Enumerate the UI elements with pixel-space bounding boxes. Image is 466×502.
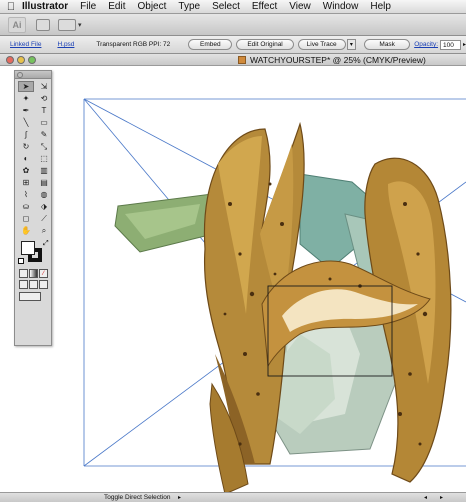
tool-grid: ➤ ⇲ ✦ ⟲ ✒ T ╲ ▭ ∫ ✎ ↻ ⤡ ◐ ⬚ ✿ ▥ ⊞ ▤ ⌇ ◍ ⛀ ⬗ ◻ ⟋ ✋ ⌕	[15, 79, 51, 236]
selection-tool[interactable]: ➤	[18, 81, 34, 92]
zoom-tool[interactable]: ⌕	[36, 225, 52, 236]
menu-edit[interactable]: Edit	[108, 1, 125, 12]
illustrator-logo: Ai	[8, 16, 26, 33]
paintbrush-tool[interactable]: ∫	[18, 129, 34, 140]
eyedropper-tool[interactable]: ⌇	[18, 189, 34, 200]
warp-tool[interactable]: ◐	[18, 153, 34, 164]
artboard-tool[interactable]: ◻	[18, 213, 34, 224]
draw-inside-icon[interactable]	[39, 280, 48, 289]
embed-button[interactable]: Embed	[188, 39, 233, 50]
opacity-label[interactable]: Opacity:	[414, 41, 438, 48]
none-mode-icon[interactable]: ⁄	[39, 269, 48, 278]
menu-object[interactable]: Object	[137, 1, 166, 12]
swap-fill-stroke-icon[interactable]: ⤢	[43, 240, 49, 248]
document-workspace[interactable]: WATCHYOURSTEP* @ 25% (CMYK/Preview) ➤ ⇲ …	[0, 54, 466, 502]
menu-app-name[interactable]: Illustrator	[22, 1, 68, 12]
close-icon[interactable]	[17, 72, 23, 78]
tools-panel-header[interactable]	[15, 71, 51, 79]
application-bar: Ai ▾	[0, 14, 466, 36]
draw-behind-icon[interactable]	[29, 280, 38, 289]
hand-tool[interactable]: ✋	[18, 225, 34, 236]
control-bar: Linked File H.psd Transparent RGB PPI: 7…	[0, 36, 466, 54]
go-to-bridge-button[interactable]	[36, 18, 50, 31]
symbol-sprayer-tool[interactable]: ✿	[18, 165, 34, 176]
color-mode-row: ⁄	[15, 269, 51, 278]
menu-view[interactable]: View	[289, 1, 311, 12]
illustrator-screen:  Illustrator File Edit Object Type Sele…	[0, 0, 466, 502]
screen-mode-button[interactable]	[19, 292, 41, 301]
opacity-input[interactable]: 100	[440, 39, 461, 50]
magic-wand-tool[interactable]: ✦	[18, 93, 34, 104]
image-info-text: Transparent RGB PPI: 72	[96, 41, 171, 48]
gradient-mode-icon[interactable]	[29, 269, 38, 278]
menu-help[interactable]: Help	[370, 1, 391, 12]
gradient-tool[interactable]: ▤	[36, 177, 52, 188]
blend-tool[interactable]: ◍	[36, 189, 52, 200]
line-tool[interactable]: ╲	[18, 117, 34, 128]
mask-button[interactable]: Mask	[364, 39, 411, 50]
banana-peel-artwork[interactable]	[114, 121, 452, 495]
free-transform-tool[interactable]: ⬚	[36, 153, 52, 164]
menu-file[interactable]: File	[80, 1, 96, 12]
file-name-link[interactable]: H.psd	[57, 41, 74, 48]
status-bar: Toggle Direct Selection ▸ ◂ ▸	[0, 492, 466, 502]
draw-mode-row	[15, 280, 51, 289]
pencil-tool[interactable]: ✎	[36, 129, 52, 140]
edit-original-button[interactable]: Edit Original	[236, 39, 294, 50]
column-graph-tool[interactable]: ▥	[36, 165, 52, 176]
fill-stroke-area: ⤢	[15, 239, 51, 267]
live-paint-bucket-tool[interactable]: ⛀	[18, 201, 34, 212]
menu-bar:  Illustrator File Edit Object Type Sele…	[0, 0, 466, 14]
pen-tool[interactable]: ✒	[18, 105, 34, 116]
rotate-tool[interactable]: ↻	[18, 141, 34, 152]
scroll-left-icon[interactable]: ◂	[424, 494, 427, 501]
scroll-right-icon[interactable]: ▸	[440, 494, 443, 501]
type-tool[interactable]: T	[36, 105, 52, 116]
arrange-documents-button[interactable]	[58, 18, 76, 31]
menu-select[interactable]: Select	[212, 1, 240, 12]
rectangle-tool[interactable]: ▭	[36, 117, 52, 128]
mesh-tool[interactable]: ⊞	[18, 177, 34, 188]
menu-type[interactable]: Type	[178, 1, 200, 12]
live-paint-selection-tool[interactable]: ⬗	[36, 201, 52, 212]
status-tool-name[interactable]: Toggle Direct Selection	[104, 494, 170, 501]
slice-tool[interactable]: ⟋	[36, 213, 52, 224]
live-trace-dropdown[interactable]: ▾	[346, 39, 357, 50]
menu-window[interactable]: Window	[323, 1, 359, 12]
status-menu-arrow-icon[interactable]: ▸	[178, 494, 181, 501]
direct-selection-tool[interactable]: ⇲	[36, 81, 52, 92]
draw-normal-icon[interactable]	[19, 280, 28, 289]
scale-tool[interactable]: ⤡	[36, 141, 52, 152]
menu-effect[interactable]: Effect	[252, 1, 277, 12]
lasso-tool[interactable]: ⟲	[36, 93, 52, 104]
linked-file-link[interactable]: Linked File	[10, 41, 41, 48]
apple-icon[interactable]: 	[0, 1, 22, 13]
fill-swatch[interactable]	[21, 241, 35, 255]
default-fill-stroke-icon[interactable]	[18, 258, 24, 264]
artboard-canvas[interactable]	[0, 54, 466, 502]
color-mode-icon[interactable]	[19, 269, 28, 278]
chevron-down-icon[interactable]: ▾	[78, 21, 82, 29]
live-trace-button[interactable]: Live Trace	[297, 39, 346, 50]
tools-panel[interactable]: ➤ ⇲ ✦ ⟲ ✒ T ╲ ▭ ∫ ✎ ↻ ⤡ ◐ ⬚ ✿ ▥ ⊞ ▤ ⌇ ◍ ⛀ ⬗ ◻ ⟋ ✋ ⌕ ⤢ ⁄	[14, 70, 52, 346]
